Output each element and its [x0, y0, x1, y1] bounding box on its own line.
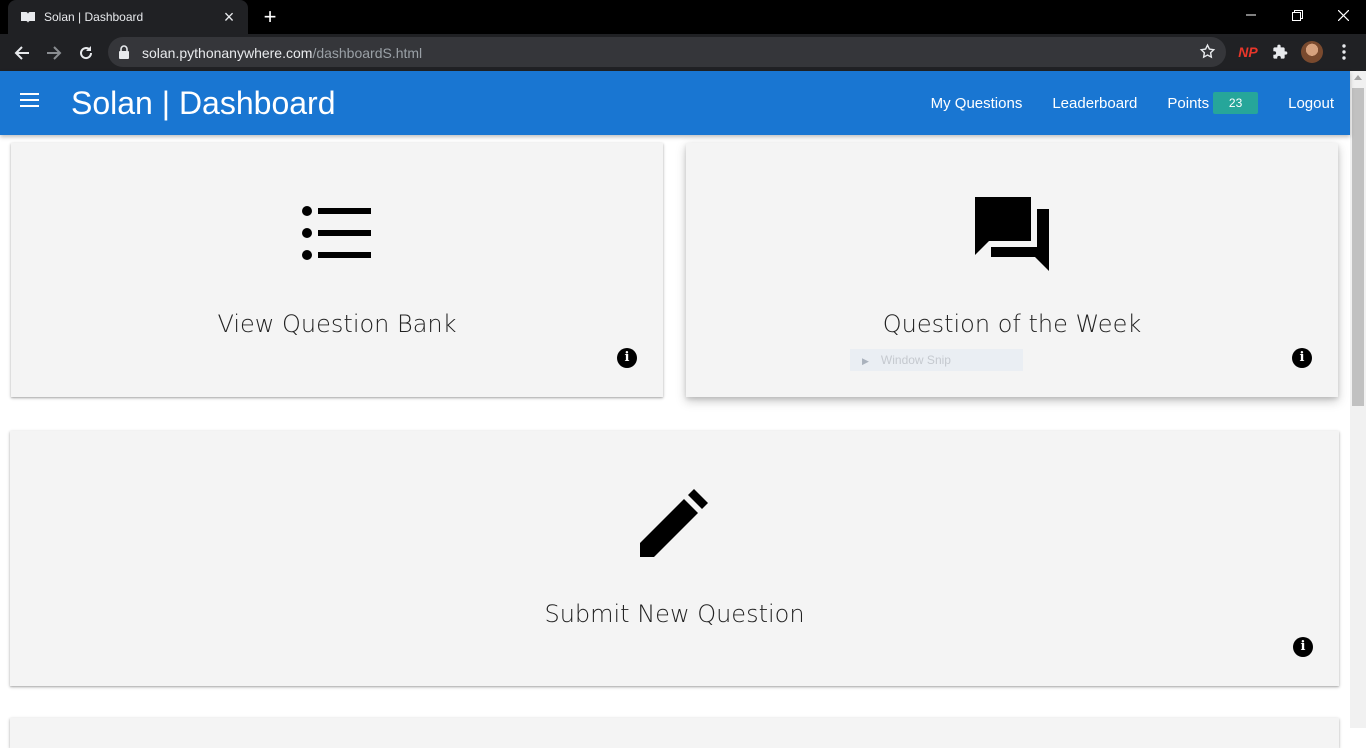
minimize-icon[interactable] — [1228, 0, 1274, 30]
forum-icon — [973, 197, 1051, 278]
tab-close-icon[interactable]: × — [220, 8, 238, 26]
nav-points[interactable]: Points 23 — [1167, 92, 1259, 114]
next-card-partial[interactable] — [10, 718, 1339, 748]
scroll-up-icon[interactable] — [1354, 75, 1362, 80]
tab-title: Solan | Dashboard — [44, 10, 144, 24]
bookmark-star-icon[interactable] — [1199, 43, 1216, 65]
question-bank-card[interactable]: View Question Bank i — [11, 143, 663, 397]
question-bank-label: View Question Bank — [217, 310, 457, 338]
window-snip-label: Window Snip — [880, 353, 951, 367]
address-bar[interactable]: solan.pythonanywhere.com/dashboardS.html — [108, 37, 1226, 67]
points-badge: 23 — [1213, 92, 1259, 114]
kebab-menu-icon[interactable] — [1336, 40, 1352, 64]
submit-question-label: Submit New Question — [544, 600, 805, 628]
page-title: Solan | Dashboard — [71, 85, 336, 121]
nav-my-questions[interactable]: My Questions — [931, 95, 1023, 112]
question-of-week-label: Question of the Week — [882, 310, 1142, 338]
browser-tabstrip: Solan | Dashboard × + — [0, 0, 1366, 34]
points-label: Points — [1167, 94, 1210, 112]
info-icon[interactable]: i — [1293, 637, 1313, 657]
nav-logout[interactable]: Logout — [1288, 95, 1334, 112]
top-nav: My Questions Leaderboard Points 23 Logou… — [901, 71, 1334, 135]
play-icon: ▶ — [862, 356, 869, 366]
scrollbar-thumb[interactable] — [1352, 88, 1364, 406]
lock-icon — [118, 45, 130, 64]
list-icon — [301, 205, 373, 268]
nav-leaderboard[interactable]: Leaderboard — [1052, 95, 1137, 112]
address-url: solan.pythonanywhere.com/dashboardS.html — [142, 45, 423, 61]
browser-tab[interactable]: Solan | Dashboard × — [8, 0, 248, 34]
browser-toolbar: solan.pythonanywhere.com/dashboardS.html… — [0, 34, 1366, 71]
window-close-icon[interactable] — [1320, 0, 1366, 30]
window-snip-overlay: ▶ Window Snip — [850, 349, 1023, 371]
restore-icon[interactable] — [1274, 0, 1320, 30]
np-extension-icon[interactable]: NP — [1238, 40, 1258, 64]
pencil-icon — [640, 489, 708, 562]
back-icon[interactable] — [8, 39, 36, 67]
book-icon — [20, 9, 36, 25]
page-scrollbar[interactable] — [1350, 71, 1366, 728]
profile-avatar[interactable] — [1300, 40, 1324, 64]
info-icon[interactable]: i — [1292, 348, 1312, 368]
forward-icon[interactable] — [40, 39, 68, 67]
reload-icon[interactable] — [72, 39, 100, 67]
submit-question-card[interactable]: Submit New Question i — [10, 431, 1339, 686]
info-icon[interactable]: i — [617, 348, 637, 368]
app-header: Solan | Dashboard My Questions Leaderboa… — [0, 71, 1350, 135]
puzzle-extensions-icon[interactable] — [1270, 40, 1290, 64]
new-tab-icon[interactable]: + — [258, 6, 282, 28]
hamburger-menu-icon[interactable] — [20, 93, 40, 113]
